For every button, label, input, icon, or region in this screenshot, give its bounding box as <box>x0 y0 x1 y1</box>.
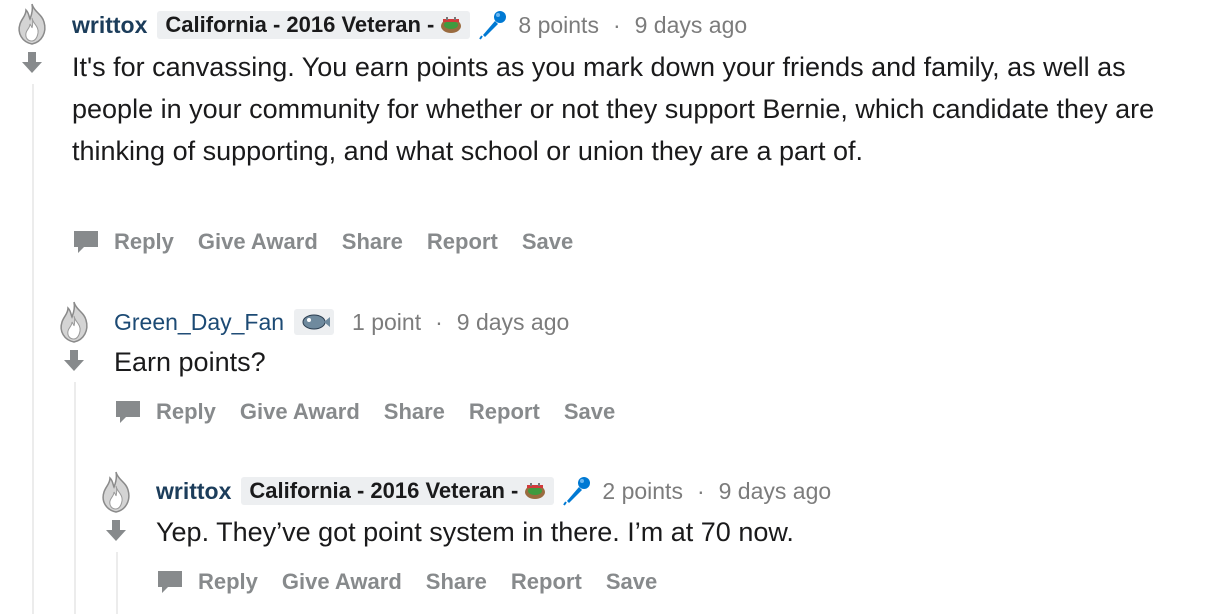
share-button[interactable]: Share <box>384 399 445 425</box>
user-flair: California - 2016 Veteran - <box>157 11 471 39</box>
vote-column <box>96 470 136 542</box>
vote-column <box>54 300 94 372</box>
stadium-icon <box>440 16 462 34</box>
fish-flair-icon <box>294 309 334 335</box>
arrow-down-icon[interactable] <box>62 348 86 372</box>
comment-header: Green_Day_Fan 1 point · 9 days ago <box>114 304 569 340</box>
flame-upvote-icon[interactable] <box>54 300 94 344</box>
thread-line-level-1[interactable] <box>32 84 34 614</box>
save-button[interactable]: Save <box>564 399 615 425</box>
flame-upvote-icon[interactable] <box>12 2 52 46</box>
arrow-down-icon[interactable] <box>20 50 44 74</box>
timestamp-link[interactable]: 9 days ago <box>635 12 748 39</box>
comment-actions: Reply Give Award Share Report Save <box>72 222 597 262</box>
report-button[interactable]: Report <box>511 569 582 595</box>
comment-header: writtox California - 2016 Veteran - 8 po… <box>72 7 747 43</box>
reply-button[interactable]: Reply <box>114 229 174 255</box>
comment-header: writtox California - 2016 Veteran - 2 po… <box>156 473 831 509</box>
comment-actions: Reply Give Award Share Report Save <box>156 562 681 602</box>
reply-button[interactable]: Reply <box>198 569 258 595</box>
microphone-icon <box>562 476 592 506</box>
points-label: 2 points <box>602 477 683 504</box>
flame-upvote-icon[interactable] <box>96 470 136 514</box>
user-flair: California - 2016 Veteran - <box>241 477 555 505</box>
comment-body: Yep. They’ve got point system in there. … <box>156 517 794 547</box>
report-button[interactable]: Report <box>427 229 498 255</box>
author-link[interactable]: writtox <box>156 478 231 505</box>
thread-line-level-3[interactable] <box>116 552 118 614</box>
report-button[interactable]: Report <box>469 399 540 425</box>
timestamp-link[interactable]: 9 days ago <box>719 478 832 505</box>
separator-dot: · <box>696 477 705 504</box>
author-link[interactable]: writtox <box>72 12 147 39</box>
give-award-button[interactable]: Give Award <box>240 399 360 425</box>
share-button[interactable]: Share <box>342 229 403 255</box>
microphone-icon <box>478 10 508 40</box>
timestamp-link[interactable]: 9 days ago <box>457 309 570 336</box>
separator-dot: · <box>435 308 443 335</box>
points-label: 8 points <box>518 11 599 38</box>
flair-text: California - 2016 Veteran - <box>249 478 519 503</box>
flair-text: California - 2016 Veteran - <box>165 12 435 37</box>
points-label: 1 point <box>352 308 422 335</box>
chat-bubble-icon[interactable] <box>156 569 184 595</box>
vote-column <box>12 2 52 74</box>
save-button[interactable]: Save <box>522 229 573 255</box>
thread-line-level-2[interactable] <box>74 382 76 614</box>
comment-body: Earn points? <box>114 347 266 377</box>
share-button[interactable]: Share <box>426 569 487 595</box>
give-award-button[interactable]: Give Award <box>198 229 318 255</box>
chat-bubble-icon[interactable] <box>114 399 142 425</box>
save-button[interactable]: Save <box>606 569 657 595</box>
reply-button[interactable]: Reply <box>156 399 216 425</box>
comment-actions: Reply Give Award Share Report Save <box>114 392 639 432</box>
chat-bubble-icon[interactable] <box>72 229 100 255</box>
arrow-down-icon[interactable] <box>104 518 128 542</box>
author-link[interactable]: Green_Day_Fan <box>114 309 284 336</box>
give-award-button[interactable]: Give Award <box>282 569 402 595</box>
separator-dot: · <box>612 11 621 38</box>
comment-body: It's for canvassing. You earn points as … <box>72 52 1155 166</box>
stadium-icon <box>524 482 546 500</box>
